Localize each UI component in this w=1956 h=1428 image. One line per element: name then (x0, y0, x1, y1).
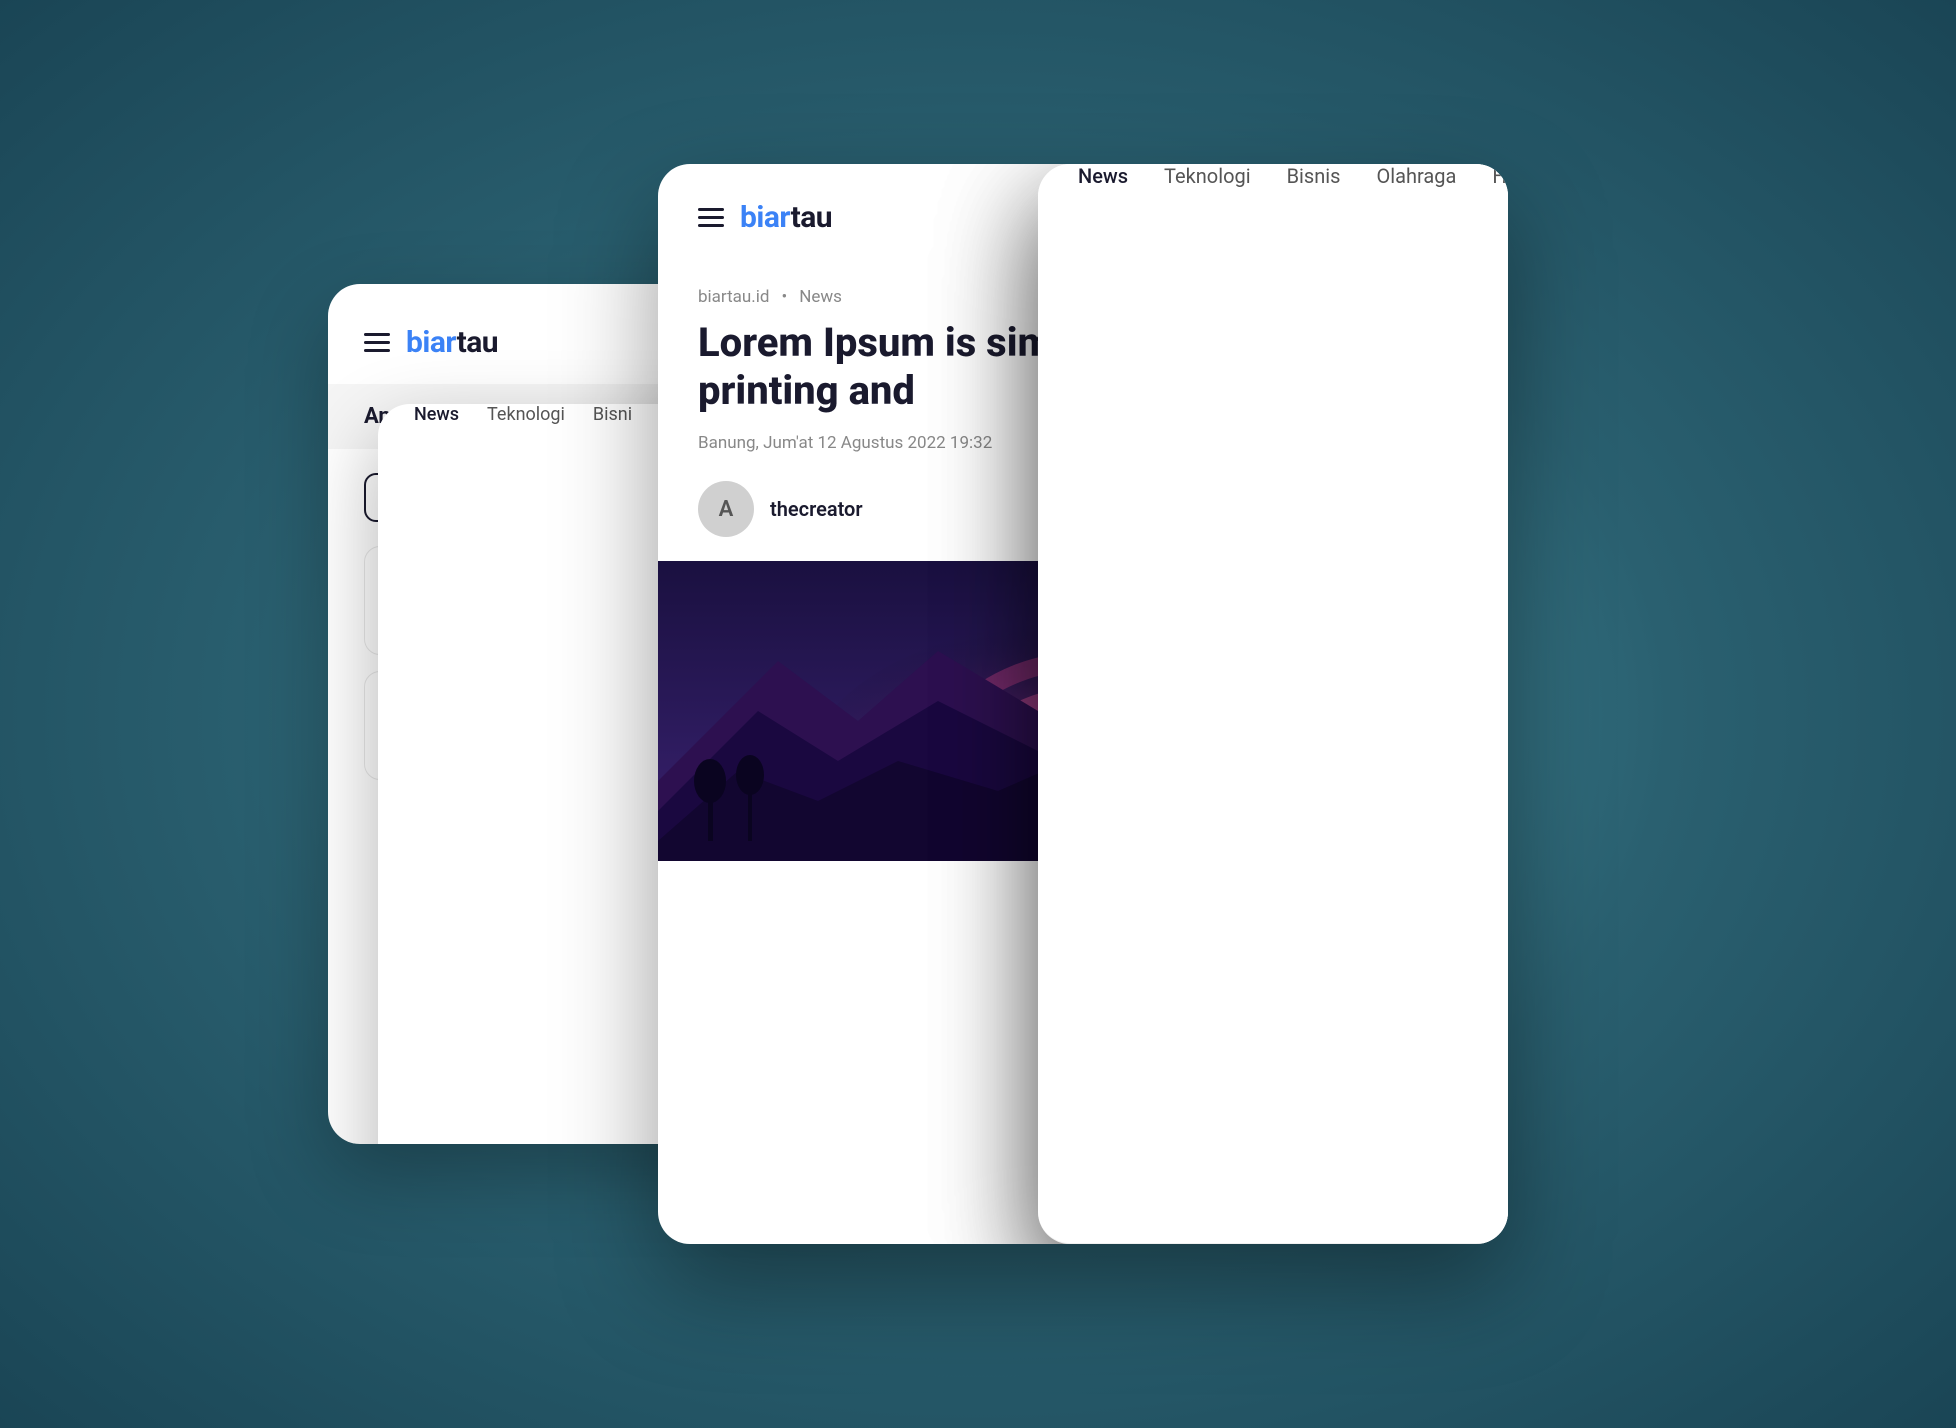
front-nav-hea[interactable]: Hea (1492, 164, 1508, 1223)
article-category: News (799, 287, 842, 307)
front-nav-teknologi[interactable]: Teknologi (1164, 164, 1251, 1223)
back-nav-bisnis[interactable]: Bisni (593, 404, 632, 1144)
article-panel: biartau (658, 164, 1508, 1244)
front-brand-biar: biar (740, 200, 791, 235)
article-source: biartau.id (698, 287, 770, 307)
front-hamburger-icon[interactable] (698, 208, 724, 227)
back-card-brand-logo: biartau (406, 325, 498, 360)
author-name: thecreator (770, 497, 863, 521)
scene: biartau News Teknologi Bisni Analitik We… (278, 164, 1678, 1264)
front-brand-tau: tau (791, 200, 833, 235)
front-card-brand-logo: biartau (740, 200, 832, 235)
front-card-nav: News Teknologi Bisnis Olahraga Hea (1038, 164, 1508, 1244)
article-separator-dot: • (782, 287, 788, 307)
hamburger-menu-icon[interactable] (364, 333, 390, 352)
brand-biar: biar (406, 325, 457, 360)
front-nav-olahraga[interactable]: Olahraga (1376, 164, 1456, 1223)
front-nav-news[interactable]: News (1078, 164, 1128, 1223)
author-avatar: A (698, 481, 754, 537)
back-nav-teknologi[interactable]: Teknologi (487, 404, 565, 1144)
front-nav-bisnis[interactable]: Bisnis (1287, 164, 1341, 1223)
back-nav-news[interactable]: News (414, 404, 459, 1144)
brand-tau: tau (457, 325, 499, 360)
